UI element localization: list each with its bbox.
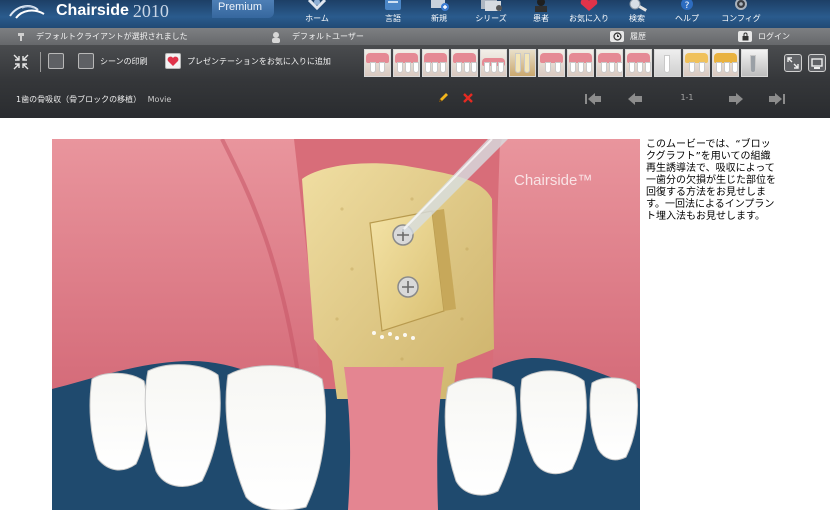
nav-label: お気に入り <box>569 14 609 23</box>
scene-illustration[interactable]: Chairside™ <box>52 139 640 510</box>
presentation-icon <box>811 58 823 69</box>
client-label: デフォルトクライアントが選択されました <box>36 32 188 41</box>
app-name: Chairside <box>56 2 129 19</box>
scene-title-bar: 1歯の骨吸収（骨ブロックの移植） Movie 1-1 <box>0 80 830 118</box>
previous-page-icon[interactable] <box>626 92 644 106</box>
top-bar: Chairside 2010 Premium ホーム 言語 新規 シリーズ 患者 <box>0 0 830 28</box>
first-page-icon[interactable] <box>584 92 602 106</box>
premium-badge: Premium <box>212 0 274 18</box>
config-icon <box>735 0 747 10</box>
pencil-icon[interactable] <box>437 92 449 104</box>
add-favorite-label: プレゼンテーションをお気に入りに追加 <box>187 56 331 66</box>
scene-counter: 1-1 <box>680 93 694 102</box>
history-icon <box>610 31 624 42</box>
print-scene-label: シーンの印刷 <box>100 56 148 66</box>
scene-description: このムービーでは、“ブロックグラフト”を用いての組織再生誘導法で、吸収によって一… <box>646 139 776 222</box>
nav-label: シリーズ <box>475 14 507 23</box>
help-icon: ? <box>681 0 693 11</box>
scene-thumbnail[interactable] <box>625 49 652 77</box>
nav-label: 検索 <box>629 14 645 23</box>
user-status[interactable]: デフォルトユーザー <box>270 28 364 45</box>
scene-thumbnail[interactable] <box>422 49 449 77</box>
status-bar: デフォルトクライアントが選択されました デフォルトユーザー 履歴 ログイン <box>0 28 830 45</box>
app-logo: Chairside 2010 <box>8 0 169 22</box>
scene-thumbnail[interactable] <box>567 49 594 77</box>
collapse-icon <box>13 54 29 70</box>
info-button[interactable] <box>48 53 70 69</box>
user-icon <box>272 31 280 43</box>
nav-config[interactable]: コンフィグ <box>710 0 772 28</box>
scene-thumbnail[interactable] <box>741 49 768 77</box>
lock-icon <box>738 31 752 42</box>
last-page-icon[interactable] <box>768 92 786 106</box>
presentation-button[interactable] <box>808 54 826 72</box>
scene-thumbnail[interactable] <box>364 49 391 77</box>
scene-thumbnail[interactable] <box>480 49 507 77</box>
delete-icon[interactable] <box>462 92 474 104</box>
fullscreen-button[interactable] <box>784 54 802 72</box>
scene-thumbnail[interactable] <box>509 49 536 77</box>
collapse-button[interactable] <box>12 53 30 71</box>
history-label: 履歴 <box>630 32 646 41</box>
nav-label: 言語 <box>385 14 401 23</box>
history-button[interactable]: 履歴 <box>610 28 646 45</box>
next-page-icon[interactable] <box>727 92 745 106</box>
scene-thumbnail[interactable] <box>712 49 739 77</box>
patient-icon <box>535 0 547 12</box>
add-favorite-button[interactable]: プレゼンテーションをお気に入りに追加 <box>165 53 331 69</box>
scene-thumbnail[interactable] <box>654 49 681 77</box>
scene-type: Movie <box>147 95 172 104</box>
svg-text:?: ? <box>685 1 690 11</box>
client-status: デフォルトクライアントが選択されました <box>16 28 188 45</box>
nav-label: ホーム <box>305 14 329 23</box>
scene-thumbnail[interactable] <box>393 49 420 77</box>
app-year: 2010 <box>132 1 169 21</box>
logo-swirl-icon <box>9 5 45 19</box>
expand-icon <box>787 57 799 69</box>
nav-label: 新規 <box>431 14 447 23</box>
print-scene-button[interactable]: シーンの印刷 <box>78 53 148 69</box>
dental-illustration: Chairside™ <box>52 139 640 510</box>
toolbar-divider <box>40 52 41 72</box>
login-button[interactable]: ログイン <box>738 28 790 45</box>
user-label: デフォルトユーザー <box>292 32 364 41</box>
scene-thumbnail-strip <box>364 49 768 77</box>
nav-label: ヘルプ <box>675 14 699 23</box>
nav-help[interactable]: ? ヘルプ <box>656 0 718 28</box>
nav-label: 患者 <box>533 14 549 23</box>
nav-label: コンフィグ <box>721 14 761 23</box>
login-label: ログイン <box>758 32 790 41</box>
client-icon <box>18 32 24 41</box>
nav-home[interactable]: ホーム <box>286 0 348 28</box>
series-icon <box>481 0 502 11</box>
new-icon <box>431 0 449 11</box>
scene-thumbnail[interactable] <box>596 49 623 77</box>
scene-content: Chairside™ このムービーでは、“ブロックグラフト”を用いての組織再生誘… <box>0 118 830 510</box>
search-icon <box>629 0 647 12</box>
heart-icon <box>165 53 181 69</box>
scene-thumbnail[interactable] <box>683 49 710 77</box>
scene-thumbnail[interactable] <box>451 49 478 77</box>
illustration-watermark: Chairside™ <box>514 172 592 189</box>
toolbar: シーンの印刷 プレゼンテーションをお気に入りに追加 <box>0 45 830 80</box>
info-icon <box>48 53 64 69</box>
scene-title-text: 1歯の骨吸収（骨ブロックの移植） <box>16 95 142 104</box>
scene-title: 1歯の骨吸収（骨ブロックの移植） Movie <box>16 94 171 105</box>
favorites-icon <box>580 0 598 11</box>
home-icon <box>307 0 327 11</box>
printer-icon <box>78 53 94 69</box>
language-icon <box>385 0 401 10</box>
scene-thumbnail[interactable] <box>538 49 565 77</box>
